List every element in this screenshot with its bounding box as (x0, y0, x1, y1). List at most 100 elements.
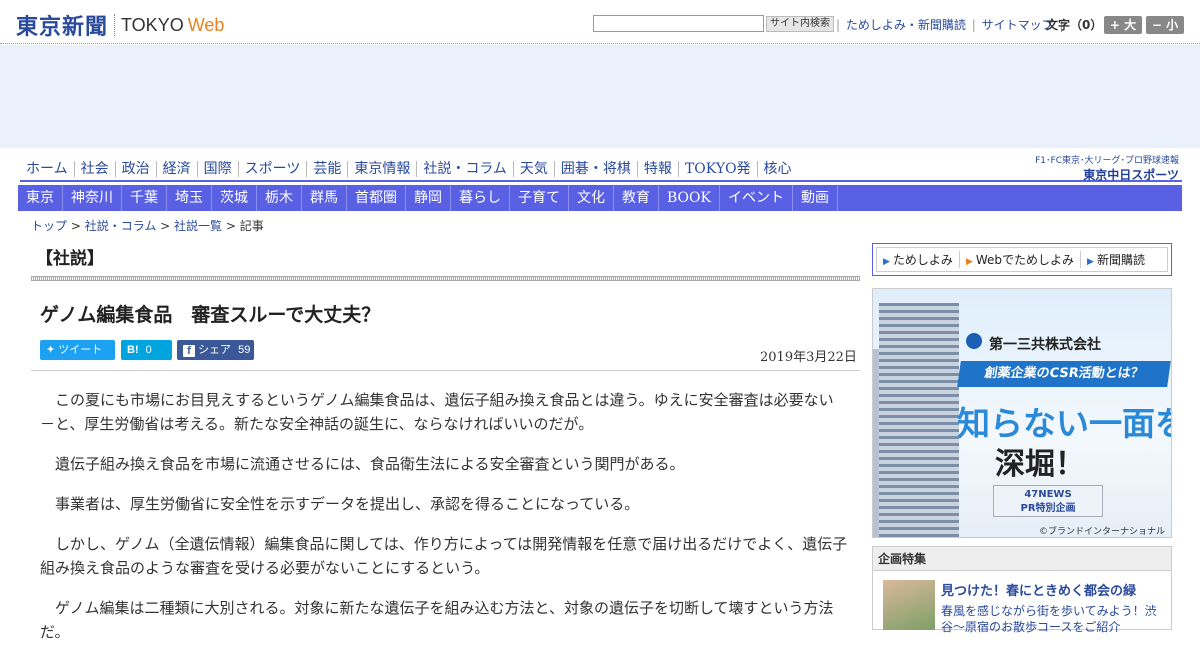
subscription-links-box: ▶ ためしよみ ▶ Webでためしよみ ▶ 新聞購読 (872, 243, 1172, 276)
triangle-icon: ▶ (883, 257, 890, 267)
sub-nav-item[interactable]: イベント (720, 185, 793, 211)
font-size-label: 文字（0） (1046, 18, 1103, 32)
ad-news-label: PR特別企画 (1020, 503, 1076, 514)
sidebar-ad-banner[interactable]: 第一三共株式会社 創薬企業のCSR活動とは？ 知らない一面を 深堀！ 47NEW… (872, 288, 1172, 538)
main-nav-item[interactable]: 特報 (638, 161, 679, 177)
article-paragraph: しかし、ゲノム（全遺伝情報）編集食品に関しては、作り方によっては開発情報を任意で… (40, 535, 848, 577)
triangle-icon: ▶ (965, 257, 973, 267)
sub-nav-item[interactable]: 東京 (18, 185, 63, 211)
main-nav-item[interactable]: 経済 (157, 161, 198, 177)
feature-heading: 企画特集 (873, 547, 1171, 571)
facebook-count: 59 (238, 344, 251, 356)
sub-nav-item[interactable]: BOOK (659, 185, 720, 211)
font-smaller-button[interactable]: − 小 (1146, 16, 1184, 34)
chunichi-tagline: F1･FC東京･大リーグ･プロ野球速報 (1035, 156, 1179, 166)
article-paragraph: 遺伝子組み換え食品を市場に流通させるには、食品衛生法による安全審査という関門があ… (55, 455, 685, 473)
sitemap-link[interactable]: サイトマップ (982, 18, 1054, 32)
search-input[interactable] (593, 15, 764, 32)
article-divider (31, 370, 860, 371)
twitter-bird-icon: ✦ (46, 344, 56, 356)
article-body: この夏にも市場にお目見えするというゲノム編集食品は、遺伝子組み換え食品とは違う。… (40, 388, 848, 660)
facebook-share-label: シェア (198, 344, 232, 356)
sub-nav-item[interactable]: 群馬 (302, 185, 347, 211)
sub-nav-item[interactable]: 文化 (569, 185, 614, 211)
tweet-button[interactable]: ✦ ツイート (40, 340, 115, 360)
logo-jp: 東京新聞 (16, 15, 109, 40)
ad-credit: ©ブランドインターナショナル (1039, 527, 1166, 537)
article-paragraph: ゲノム編集は二種類に大別される。対象に新たな遺伝子を組み込む方法と、対象の遺伝子… (40, 599, 834, 641)
trial-reading-link[interactable]: ▶ ためしよみ (877, 251, 960, 268)
subscribe-link[interactable]: ためしよみ・新聞購読 (846, 18, 966, 32)
site-search-button[interactable]: サイト内検索 (766, 16, 834, 32)
site-header: 東京新聞 TOKYO Web サイト内検索 | ためしよみ・新聞購読 | サイト… (0, 0, 1200, 44)
main-nav-item[interactable]: 東京情報 (348, 161, 418, 177)
main-nav-item[interactable]: 核心 (758, 161, 798, 177)
section-divider (31, 276, 860, 281)
breadcrumb-top[interactable]: トップ (31, 219, 67, 233)
sub-nav-item[interactable]: 茨城 (212, 185, 257, 211)
ad-headline: 知らない一面を (957, 404, 1172, 443)
company-logo-icon (966, 333, 982, 349)
hatena-icon: B! (127, 344, 139, 356)
newspaper-subscribe-link[interactable]: ▶ 新聞購読 (1081, 251, 1151, 268)
web-trial-reading-link[interactable]: ▶ Webでためしよみ (960, 251, 1082, 268)
sub-nav-item[interactable]: 暮らし (451, 185, 510, 211)
breadcrumb-editorial[interactable]: 社説・コラム (85, 219, 157, 233)
main-nav-item[interactable]: TOKYO発 (679, 161, 758, 177)
sub-nav-item[interactable]: 千葉 (122, 185, 167, 211)
sub-nav-item[interactable]: 静岡 (406, 185, 451, 211)
sub-nav-item[interactable]: 埼玉 (167, 185, 212, 211)
sub-nav: 東京 神奈川 千葉 埼玉 茨城 栃木 群馬 首都圏 静岡 暮らし 子育て 文化 教育 BOOK イベント 動画 (18, 185, 1182, 211)
facebook-icon: f (183, 345, 195, 357)
top-ad-area (0, 45, 1200, 148)
article-paragraph: 事業者は、厚生労働省に安全性を示すデータを提出し、承認を得ることになっている。 (55, 495, 640, 513)
main-nav-item[interactable]: 囲碁・将棋 (555, 161, 638, 177)
logo-web: Web (187, 14, 225, 35)
ad-headline-2: 深堀！ (995, 447, 1085, 482)
breadcrumb-editorial-list[interactable]: 社説一覧 (174, 219, 222, 233)
font-larger-button[interactable]: + 大 (1104, 16, 1142, 34)
main-nav-item[interactable]: 国際 (198, 161, 239, 177)
chunichi-logo: 東京中日スポーツ (1083, 168, 1179, 182)
site-logo[interactable]: 東京新聞 TOKYO Web (16, 9, 224, 41)
main-nav-item[interactable]: 政治 (116, 161, 157, 177)
chunichi-sports-link[interactable]: F1･FC東京･大リーグ･プロ野球速報 東京中日スポーツ (1027, 153, 1179, 183)
ad-company-name: 第一三共株式会社 (989, 337, 1101, 353)
feature-thumbnail[interactable] (883, 580, 935, 630)
feature-description[interactable]: 春風を感じながら街を歩いてみよう！渋谷～原宿のお散歩コースをご紹介 (941, 603, 1166, 635)
breadcrumb: トップ > 社説・コラム > 社説一覧 > 記事 (31, 219, 264, 233)
logo-divider (114, 14, 116, 36)
sub-nav-item[interactable]: 首都圏 (347, 185, 406, 211)
ad-news-badge: 47NEWS PR特別企画 (993, 485, 1103, 517)
main-nav-item[interactable]: 社説・コラム (417, 161, 514, 177)
sub-nav-item[interactable]: 栃木 (257, 185, 302, 211)
hatena-bookmark-button[interactable]: B! 0 (121, 340, 172, 360)
main-nav-item[interactable]: 天気 (514, 161, 555, 177)
utility-links: | ためしよみ・新聞購読 | サイトマップ | (836, 18, 1064, 32)
sub-nav-item[interactable]: 教育 (614, 185, 659, 211)
main-nav-item[interactable]: ホーム (20, 161, 75, 177)
feature-box: 企画特集 見つけた！春にときめく都会の緑 春風を感じながら街を歩いてみよう！渋谷… (872, 546, 1172, 634)
sub-nav-item[interactable]: 子育て (510, 185, 569, 211)
main-nav-item[interactable]: スポーツ (239, 161, 308, 177)
web-trial-reading-label: Webでためしよみ (975, 253, 1075, 267)
facebook-share-button[interactable]: f シェア 59 (177, 340, 254, 360)
trial-reading-label: ためしよみ (892, 253, 953, 267)
triangle-icon: ▶ (1087, 257, 1094, 267)
sub-nav-item[interactable]: 動画 (793, 185, 838, 211)
main-nav-item[interactable]: 社会 (75, 161, 116, 177)
hatena-count: 0 (145, 344, 152, 356)
article-headline: ゲノム編集食品 審査スルーで大丈夫？ (40, 304, 381, 326)
ad-news-name: 47NEWS (1024, 489, 1072, 500)
sub-nav-item[interactable]: 神奈川 (63, 185, 122, 211)
feature-title-link[interactable]: 見つけた！春にときめく都会の緑 (941, 580, 1136, 599)
ad-building-image (879, 303, 959, 537)
section-title: 【社説】 (36, 249, 104, 269)
main-nav: ホーム 社会 政治 経済 国際 スポーツ 芸能 東京情報 社説・コラム 天気 囲碁・将棋 特報 TOKY… (20, 158, 1182, 182)
logo-en: TOKYO (121, 14, 184, 35)
article-paragraph: この夏にも市場にお目見えするというゲノム編集食品は、遺伝子組み換え食品とは違う。… (40, 391, 834, 433)
article-date: 2019年3月22日 (760, 350, 857, 365)
breadcrumb-current: 記事 (239, 219, 264, 233)
newspaper-subscribe-label: 新聞購読 (1096, 253, 1145, 267)
main-nav-item[interactable]: 芸能 (307, 161, 349, 177)
